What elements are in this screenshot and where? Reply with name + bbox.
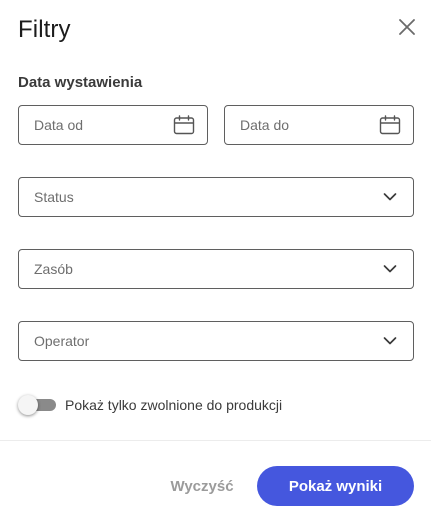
- zasob-placeholder: Zasób: [34, 261, 73, 277]
- operator-placeholder: Operator: [34, 333, 90, 349]
- calendar-icon[interactable]: [379, 114, 401, 136]
- date-section-label: Data wystawienia: [18, 74, 143, 91]
- date-to-field[interactable]: Data do: [224, 105, 414, 145]
- toggle-thumb: [18, 395, 38, 415]
- footer-divider: [0, 440, 431, 441]
- released-only-toggle[interactable]: [18, 395, 56, 415]
- status-placeholder: Status: [34, 189, 74, 205]
- date-from-placeholder: Data od: [34, 117, 84, 133]
- chevron-down-icon: [379, 186, 401, 208]
- chevron-down-icon: [379, 330, 401, 352]
- zasob-select[interactable]: Zasób: [18, 249, 414, 289]
- operator-select[interactable]: Operator: [18, 321, 414, 361]
- date-from-field[interactable]: Data od: [18, 105, 208, 145]
- clear-button[interactable]: Wyczyść: [160, 467, 244, 505]
- calendar-icon[interactable]: [173, 114, 195, 136]
- date-to-placeholder: Data do: [240, 117, 290, 133]
- chevron-down-icon: [379, 258, 401, 280]
- close-button[interactable]: [396, 16, 418, 38]
- show-results-button[interactable]: Pokaż wyniki: [257, 466, 414, 506]
- dialog-title: Filtry: [18, 16, 71, 43]
- status-select[interactable]: Status: [18, 177, 414, 217]
- released-only-row: Pokaż tylko zwolnione do produkcji: [18, 395, 282, 415]
- close-icon: [399, 19, 415, 35]
- released-only-label[interactable]: Pokaż tylko zwolnione do produkcji: [65, 397, 282, 413]
